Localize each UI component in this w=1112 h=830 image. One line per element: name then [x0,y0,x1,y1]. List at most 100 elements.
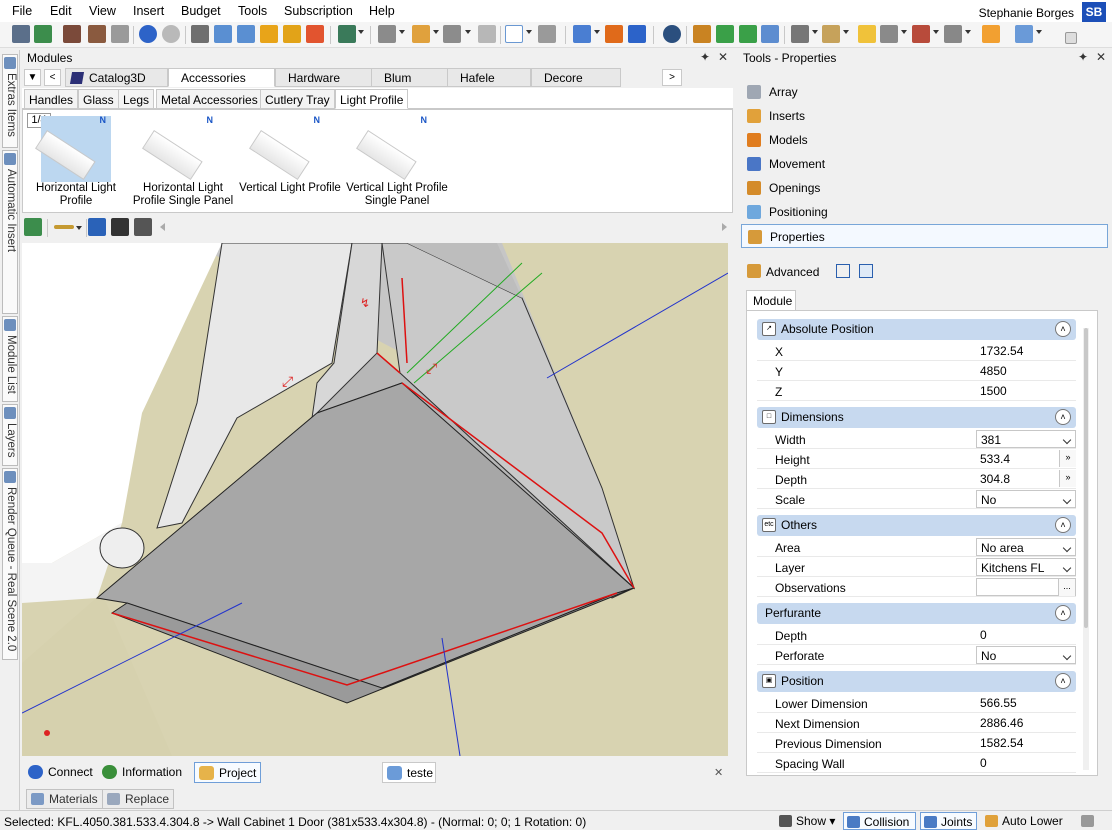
area-select[interactable]: No area [976,538,1076,556]
gallery-item-vertical-light-profile-single-panel[interactable]: N Vertical Light Profile Single Panel [345,110,449,212]
report-icon[interactable] [912,25,930,43]
menu-budget[interactable]: Budget [181,4,221,18]
collapse-icon[interactable]: ˄ [1055,321,1071,337]
perfurante-depth-value[interactable]: 0 [976,626,1076,644]
pin-icon[interactable]: ✦ [1078,50,1088,64]
render-settings-icon[interactable] [88,25,106,43]
group-absolute-position[interactable]: ↗ Absolute Position ˄ [757,319,1076,340]
subtab-light-profile[interactable]: Light Profile [335,89,409,109]
collapse-icon[interactable]: ˄ [1055,517,1071,533]
tool-openings[interactable]: Openings [741,176,1108,200]
subtab-handles[interactable]: Handles [24,89,79,109]
menu-tools[interactable]: Tools [238,4,267,18]
binoculars-icon[interactable] [111,218,129,236]
tab-module-list[interactable]: Module List [2,316,18,402]
measure-icon[interactable] [538,25,556,43]
hammer-icon[interactable] [260,25,278,43]
close-icon[interactable]: ✕ [718,50,728,64]
gallery-item-horizontal-light-profile-single-panel[interactable]: N Horizontal Light Profile Single Panel [131,110,235,212]
group-position[interactable]: ▣ Position ˄ [757,671,1076,692]
save-icon[interactable] [12,25,30,43]
cut-icon[interactable] [191,25,209,43]
materials-tab[interactable]: Materials [26,789,103,809]
width-select[interactable]: 381 [976,430,1076,448]
expand-icon[interactable]: » [1059,450,1076,467]
import-icon[interactable] [24,218,42,236]
layout-icon[interactable] [378,25,396,43]
wall-icon[interactable] [478,25,496,43]
tab-extras-items[interactable]: Extras Items [2,54,18,148]
lock-icon[interactable] [134,218,152,236]
profile-line-icon[interactable] [54,225,74,229]
box-icon[interactable] [822,25,840,43]
next-dimension-value[interactable]: 2886.46 [976,714,1076,732]
paste-icon[interactable] [237,25,255,43]
replace-tab[interactable]: Replace [102,789,175,809]
arrow-right-icon[interactable] [739,25,757,43]
auto-lower-toggle[interactable]: Auto Lower [982,812,1063,830]
ellipsis-icon[interactable]: ... [1058,579,1075,596]
collapse-icon[interactable]: ˄ [1055,409,1071,425]
pin-icon[interactable]: ✦ [700,50,710,64]
chevron-right-icon[interactable]: > [662,69,682,86]
eye-icon[interactable] [663,25,681,43]
avatar[interactable]: SB [1082,2,1106,22]
collision-toggle[interactable]: Collision [843,812,916,830]
scale-select[interactable]: No [976,490,1076,508]
3d-viewport[interactable]: ⤢ ⤢ ↯ [22,243,728,756]
render-icon[interactable] [63,25,81,43]
subtab-cutlery-tray[interactable]: Cutlery Tray [260,89,335,109]
tab-layers[interactable]: Layers [2,404,18,466]
settings-icon[interactable] [1015,25,1033,43]
advanced-button[interactable]: Advanced [766,265,819,279]
observations-field[interactable]: ... [976,578,1076,596]
shape-icon[interactable] [443,25,461,43]
menu-subscription[interactable]: Subscription [284,4,353,18]
menu-edit[interactable]: Edit [50,4,72,18]
save-as-icon[interactable] [34,25,52,43]
tab-render-queue[interactable]: Render Queue - Real Scene 2.0 [2,468,18,660]
z-value[interactable]: 1500 [976,382,1076,400]
paint-icon[interactable] [283,25,301,43]
menu-help[interactable]: Help [369,4,395,18]
group-others[interactable]: etc Others ˄ [757,515,1076,536]
view-2d-icon[interactable] [605,25,623,43]
align-icon[interactable] [412,25,430,43]
layer-select[interactable]: Kitchens FL [976,558,1076,576]
chevron-down-icon[interactable]: ▼ [24,69,41,86]
property-scrollbar[interactable] [1083,328,1089,770]
light-icon[interactable] [858,25,876,43]
show-button[interactable]: Show ▾ [776,812,835,830]
chevron-left-icon[interactable]: < [44,69,61,86]
layers-icon[interactable] [573,25,591,43]
insert-icon[interactable] [88,218,106,236]
tab-decore[interactable]: Decore [531,68,621,87]
lower-dimension-value[interactable]: 566.55 [976,694,1076,712]
redo-icon[interactable] [162,25,180,43]
tool-models[interactable]: Models [741,128,1108,152]
information-tab[interactable]: Information [98,762,186,783]
perforate-select[interactable]: No [976,646,1076,664]
joints-toggle[interactable]: Joints [920,812,977,830]
view-3d-icon[interactable] [628,25,646,43]
delete-icon[interactable] [306,25,324,43]
group-dimensions[interactable]: □ Dimensions ˄ [757,407,1076,428]
scrollbar-thumb[interactable] [1084,328,1088,628]
arrow-left-icon[interactable] [716,25,734,43]
teste-tab[interactable]: teste [382,762,436,783]
user-name[interactable]: Stephanie Borges [979,6,1074,20]
project-tab[interactable]: Project [194,762,262,783]
plugin-icon[interactable] [338,25,356,43]
tab-hafele[interactable]: Hafele [447,68,531,87]
close-tab-icon[interactable]: ✕ [714,766,723,779]
tool-properties[interactable]: Properties [741,224,1108,248]
module-tab[interactable]: Module [746,290,796,311]
list-view-icon[interactable] [836,264,850,278]
tab-blum[interactable]: Blum [371,68,455,87]
x-value[interactable]: 1732.54 [976,342,1076,360]
print-icon[interactable] [111,25,129,43]
collapse-icon[interactable]: ˄ [1055,673,1071,689]
y-value[interactable]: 4850 [976,362,1076,380]
tool-positioning[interactable]: Positioning [741,200,1108,224]
window-icon[interactable] [791,25,809,43]
